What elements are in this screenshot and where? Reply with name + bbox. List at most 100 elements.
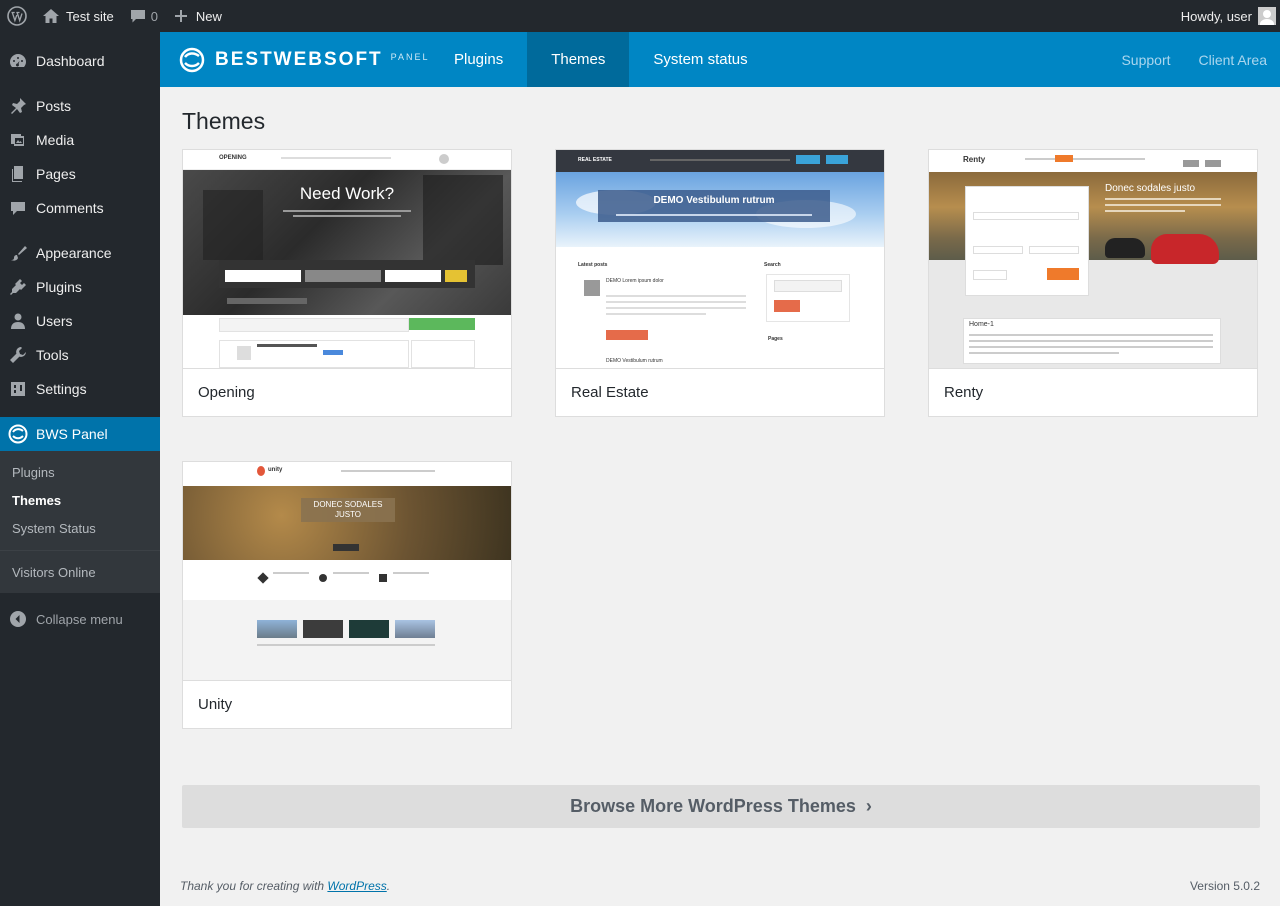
avatar	[1258, 7, 1276, 25]
theme-name: Opening	[198, 384, 255, 401]
menu-label: Media	[36, 132, 75, 148]
menu-bws-panel[interactable]: BWS Panel	[0, 417, 160, 451]
menu-comments[interactable]: Comments	[0, 191, 160, 225]
menu-users[interactable]: Users	[0, 304, 160, 338]
admin-sidebar: Dashboard Posts Media Pages Comments App…	[0, 32, 160, 906]
preview-section: Home-1	[969, 321, 994, 328]
tab-plugins[interactable]: Plugins	[430, 32, 527, 87]
howdy-text: Howdy, user	[1180, 8, 1252, 24]
preview-post1: DEMO Lorem ipsum dolor	[606, 278, 664, 284]
support-link[interactable]: Support	[1107, 32, 1184, 87]
tab-themes[interactable]: Themes	[527, 32, 630, 87]
theme-name: Renty	[944, 384, 984, 401]
page-title: Themes	[182, 108, 266, 134]
collapse-menu-button[interactable]: Collapse menu	[0, 602, 160, 636]
footer-end: .	[386, 879, 391, 893]
preview-logo: REAL ESTATE	[578, 157, 612, 163]
preview-logo: Renty	[963, 155, 986, 164]
preview-post2: DEMO Vestibulum rutrum	[606, 358, 663, 364]
menu-label: Dashboard	[36, 53, 105, 69]
menu-label: Pages	[36, 166, 76, 182]
client-area-link[interactable]: Client Area	[1185, 32, 1280, 87]
footer-text: Thank you for creating with	[180, 879, 328, 893]
submenu-visitors-online[interactable]: Visitors Online	[0, 558, 160, 586]
theme-card-renty[interactable]: Renty Donec sodales justo Home-1 Renty	[928, 149, 1258, 417]
menu-label: Tools	[36, 347, 69, 363]
submenu-themes[interactable]: Themes	[0, 486, 160, 514]
submenu-system-status[interactable]: System Status	[0, 514, 160, 542]
submenu-plugins[interactable]: Plugins	[0, 458, 160, 486]
dashboard-icon	[8, 51, 28, 71]
menu-settings[interactable]: Settings	[0, 372, 160, 406]
comments-icon	[8, 198, 28, 218]
footer-thanks: Thank you for creating with WordPress.	[180, 879, 390, 893]
menu-label: Settings	[36, 381, 87, 397]
menu-plugins[interactable]: Plugins	[0, 270, 160, 304]
tab-system-status[interactable]: System status	[629, 32, 771, 87]
home-icon	[43, 9, 59, 23]
wordpress-logo-icon[interactable]	[0, 0, 34, 32]
pin-icon	[8, 96, 28, 116]
wordpress-link[interactable]: WordPress	[327, 879, 386, 893]
bws-logo-text: BESTWEBSOFT	[215, 48, 383, 70]
theme-screenshot[interactable]: Renty Donec sodales justo Home-1	[929, 150, 1257, 369]
menu-label: Posts	[36, 98, 72, 114]
users-icon	[8, 311, 28, 331]
site-name: Test site	[66, 8, 114, 24]
menu-tools[interactable]: Tools	[0, 338, 160, 372]
plugins-icon	[8, 277, 28, 297]
preview-headline: Need Work?	[299, 184, 395, 203]
theme-screenshot[interactable]: unity DONEC SODALES JUSTO	[183, 462, 511, 681]
tools-icon	[8, 345, 28, 365]
plus-icon	[174, 10, 187, 22]
new-content-link[interactable]: New	[166, 0, 230, 32]
bws-logo[interactable]: BESTWEBSOFT PANEL	[160, 32, 430, 87]
comments-link[interactable]: 0	[122, 0, 166, 32]
settings-icon	[8, 379, 28, 399]
preview-headline: DEMO Vestibulum rutrum	[653, 195, 775, 206]
media-icon	[8, 130, 28, 150]
menu-pages[interactable]: Pages	[0, 157, 160, 191]
site-name-link[interactable]: Test site	[34, 0, 122, 32]
menu-posts[interactable]: Posts	[0, 89, 160, 123]
bws-logo-sub: PANEL	[390, 51, 430, 62]
footer-version: Version 5.0.2	[1189, 879, 1260, 893]
bws-logo-icon	[179, 47, 205, 72]
chevron-right-icon: ›	[865, 796, 872, 816]
theme-screenshot[interactable]: REAL ESTATE DEMO Vestibulum rutrum Lates…	[556, 150, 884, 369]
collapse-arrow-icon	[8, 609, 28, 629]
preview-search: Search	[764, 262, 781, 268]
preview-logo: OPENING	[219, 155, 247, 161]
menu-appearance[interactable]: Appearance	[0, 236, 160, 270]
menu-media[interactable]: Media	[0, 123, 160, 157]
bws-submenu: Plugins Themes System Status	[0, 451, 160, 550]
brush-icon	[8, 243, 28, 263]
theme-name: Real Estate	[571, 384, 649, 401]
admin-bar: Test site 0 New Howdy, user	[0, 0, 1280, 32]
theme-card-real-estate[interactable]: REAL ESTATE DEMO Vestibulum rutrum Lates…	[555, 149, 885, 417]
menu-label: Plugins	[36, 279, 82, 295]
comment-bubble-icon	[130, 10, 145, 23]
menu-label: BWS Panel	[36, 426, 108, 442]
menu-label: Comments	[36, 200, 104, 216]
bws-header: BESTWEBSOFT PANEL Plugins Themes System …	[160, 32, 1280, 87]
preview-pages: Pages	[768, 336, 783, 342]
theme-screenshot[interactable]: OPENING Need Work?	[183, 150, 511, 369]
theme-name: Unity	[198, 696, 233, 713]
preview-latest: Latest posts	[578, 262, 608, 268]
my-account-link[interactable]: Howdy, user	[1173, 0, 1280, 32]
bws-icon	[8, 424, 28, 444]
preview-headline: DONEC SODALES JUSTO	[313, 500, 383, 519]
preview-headline: Donec sodales justo	[1105, 183, 1196, 194]
browse-more-themes-button[interactable]: Browse More WordPress Themes ›	[182, 785, 1260, 828]
menu-label: Appearance	[36, 245, 112, 261]
collapse-label: Collapse menu	[36, 611, 123, 627]
preview-logo: unity	[268, 467, 283, 473]
other-submenu: Visitors Online	[0, 551, 160, 593]
theme-card-unity[interactable]: unity DONEC SODALES JUSTO Unity	[182, 461, 512, 729]
theme-card-opening[interactable]: OPENING Need Work? Opening	[182, 149, 512, 417]
menu-dashboard[interactable]: Dashboard	[0, 44, 160, 78]
browse-label: Browse More WordPress Themes	[570, 796, 856, 816]
pages-icon	[8, 164, 28, 184]
menu-label: Users	[36, 313, 73, 329]
